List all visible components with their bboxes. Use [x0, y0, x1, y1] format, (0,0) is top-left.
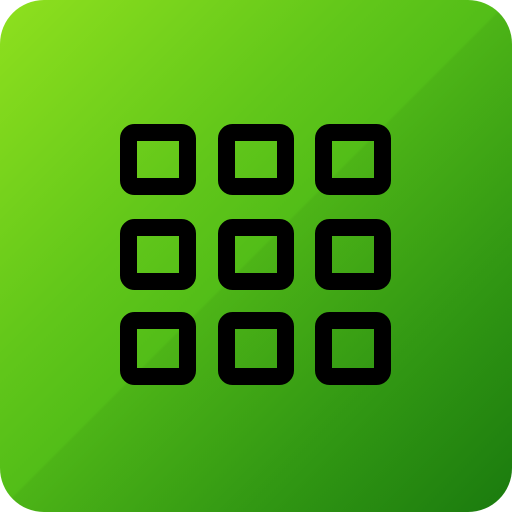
app-icon[interactable]: [0, 0, 512, 512]
grid-cell-r1c1: [120, 124, 196, 195]
grid-cell-r2c3: [315, 219, 391, 290]
grid-cell-r3c3: [315, 312, 391, 385]
grid-cell-r3c1: [120, 312, 196, 385]
grid-cell-r3c2: [218, 312, 294, 385]
grid-cell-r1c3: [315, 124, 391, 195]
grid-3x3-icon: [120, 124, 391, 385]
grid-cell-r2c2: [218, 219, 294, 290]
grid-cell-r1c2: [218, 124, 294, 195]
grid-cell-r2c1: [120, 219, 196, 290]
